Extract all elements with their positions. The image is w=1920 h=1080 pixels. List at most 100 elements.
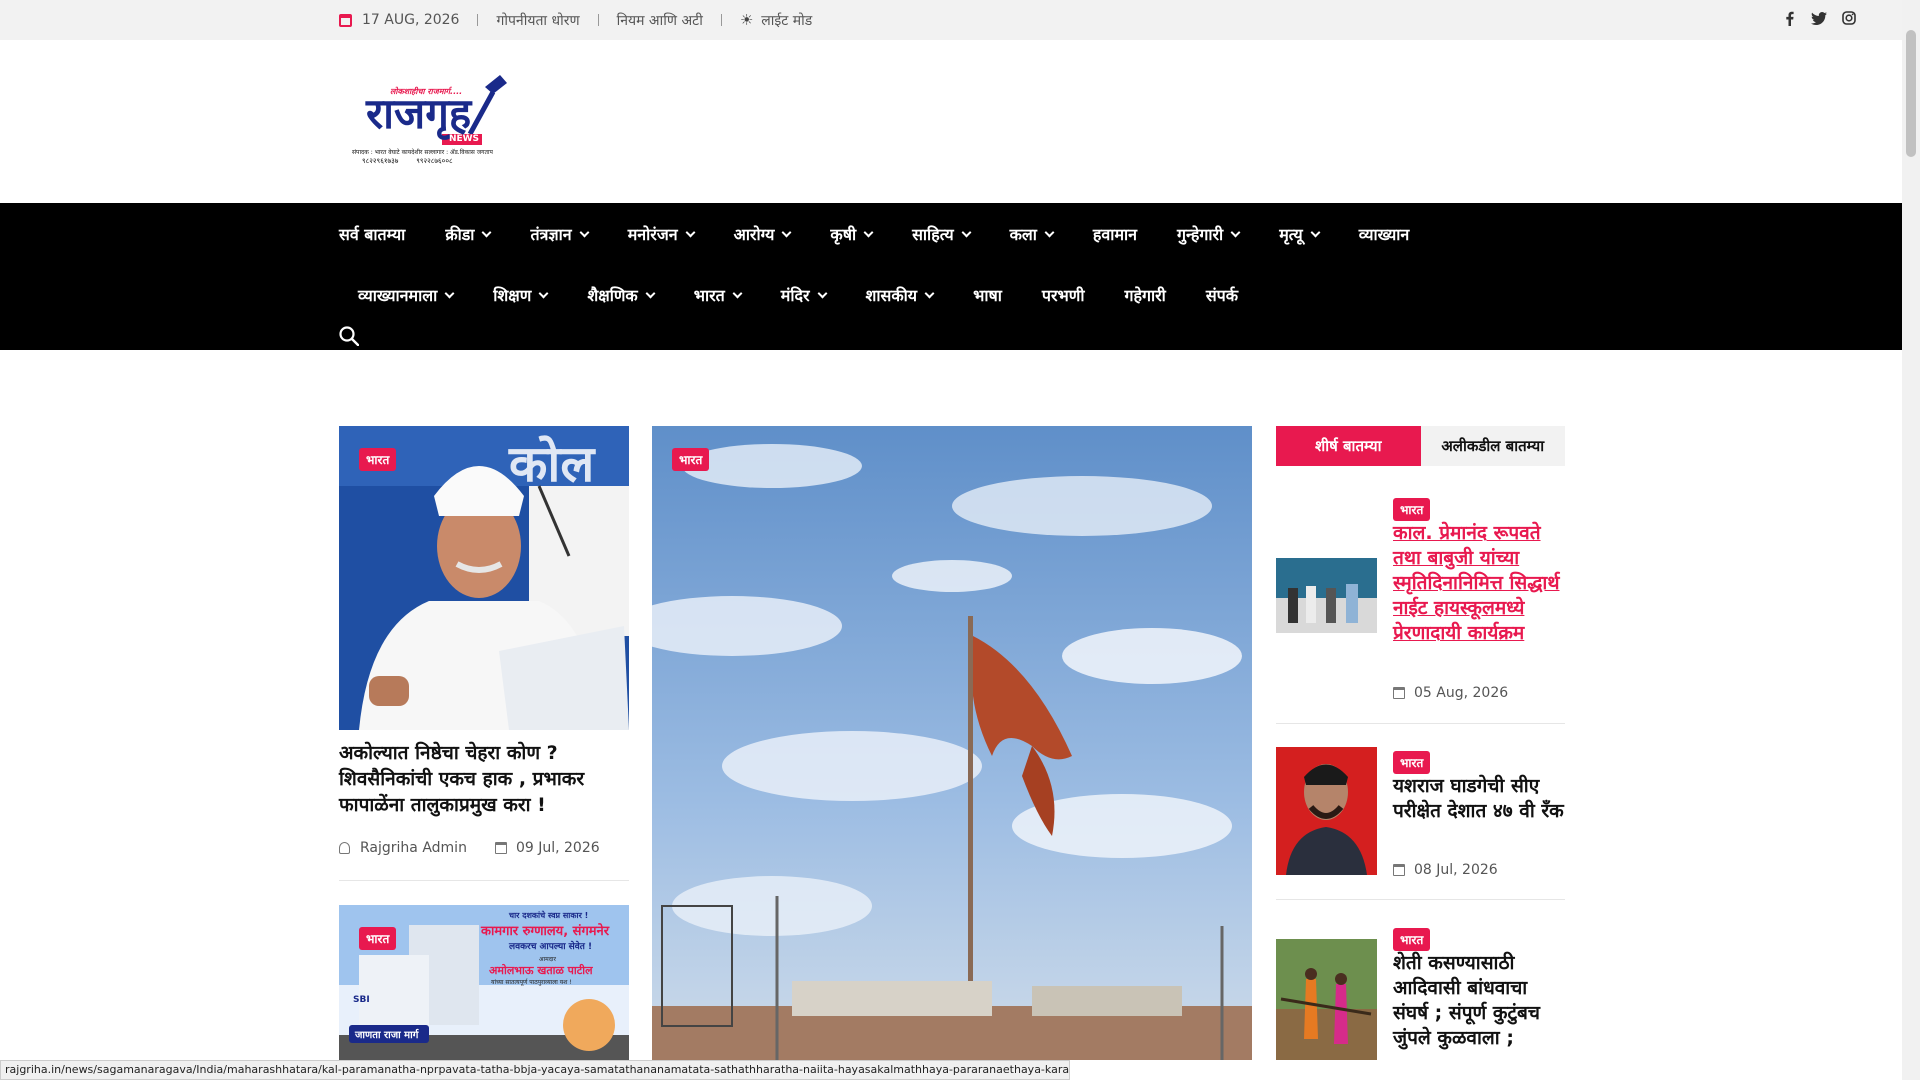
nav-item[interactable]: आरोग्य [734, 223, 792, 245]
sidebar-item-meta: 05 Aug, 2026 [1393, 685, 1508, 701]
ad-line-4: आमदार [539, 956, 556, 963]
chevron-down-icon [482, 227, 492, 237]
nav-item-label: क्रीडा [445, 225, 475, 244]
sidebar-item-image[interactable] [1276, 558, 1377, 633]
category-badge[interactable]: भारत [1393, 751, 1431, 774]
chevron-down-icon [444, 288, 455, 298]
category-badge[interactable]: भारत [1393, 498, 1431, 521]
ad-line-5: अमोलभाऊ खताळ पाटील [489, 964, 593, 977]
category-badge[interactable]: भारत [359, 927, 397, 950]
privacy-policy-link[interactable]: गोपनीयता धोरण [496, 11, 579, 30]
article-author[interactable]: Rajgriha Admin [360, 840, 467, 856]
chevron-down-icon [1230, 227, 1241, 237]
separator [477, 14, 479, 26]
ad-line-6: यांच्या सातत्यपूर्ण पाठपुराव्याला यश ! [491, 979, 572, 986]
divider [339, 880, 629, 881]
search-icon[interactable] [339, 326, 359, 346]
nav-item[interactable]: गहेगारी [1124, 284, 1165, 306]
chevron-down-icon [817, 288, 827, 298]
ad-line-3: लवकरच आपल्या सेवेत ! [509, 942, 593, 952]
nav-item[interactable]: संपर्क [1206, 284, 1238, 306]
sidebar-item-title[interactable]: काल. प्रेमानंद रूपवते तथा बाबुजी यांच्या… [1393, 521, 1568, 646]
instagram-icon[interactable] [1841, 11, 1857, 29]
top-bar: 17 AUG, 2026 गोपनीयता धोरण नियम आणि अटी … [0, 0, 1902, 40]
center-article-image[interactable] [652, 426, 1252, 1060]
tab-recent-news[interactable]: अलीकडील बातम्या [1420, 426, 1565, 466]
nav-item[interactable]: तंत्रज्ञान [530, 223, 590, 245]
ad-caption: जाणता राजा मार्ग [355, 1030, 419, 1041]
nav-item[interactable]: शासकीय [865, 284, 935, 306]
chevron-down-icon [863, 227, 874, 237]
nav-item-label: व्याख्यान [1358, 225, 1410, 244]
sidebar-item-date: 08 Jul, 2026 [1414, 862, 1498, 878]
current-date: 17 AUG, 2026 [339, 12, 459, 28]
page-scrollbar[interactable] [1902, 0, 1920, 1080]
nav-item[interactable]: कृषी [830, 223, 874, 245]
nav-item-label: शासकीय [865, 286, 918, 305]
calendar-icon [339, 13, 352, 27]
sidebar-item-image[interactable] [1276, 747, 1377, 875]
theme-toggle[interactable]: ☀ लाईट मोड [740, 11, 812, 30]
nav-item[interactable]: सर्व बातम्या [339, 223, 405, 245]
scrollbar-thumb[interactable] [1906, 30, 1916, 157]
ad-line-1: चार दशकांचे स्वप्न साकार ! [509, 911, 589, 920]
nav-item[interactable]: हवामान [1093, 223, 1137, 245]
left-article-title[interactable]: अकोल्यात निष्ठेचा चेहरा कोण ? शिवसैनिकां… [339, 740, 629, 818]
chevron-down-icon [645, 288, 656, 298]
nav-item-label: व्याख्यानमाला [358, 286, 438, 305]
site-logo[interactable]: लोकशाहीचा राजमार्ग.... राजगृह NEWS संपाद… [350, 72, 535, 168]
nav-item[interactable]: शैक्षणिक [587, 284, 656, 306]
left-article-image[interactable]: कोल [339, 426, 629, 730]
separator [597, 14, 599, 26]
sidebar-item-title[interactable]: शेती कसण्यासाठी आदिवासी बांधवाचा संघर्ष … [1393, 951, 1568, 1051]
category-badge[interactable]: भारत [672, 448, 710, 471]
sidebar-item-meta: 08 Jul, 2026 [1393, 862, 1498, 878]
left-article-meta: Rajgriha Admin 09 Jul, 2026 [339, 840, 600, 856]
nav-item-label: साहित्य [912, 225, 954, 244]
main-nav: सर्व बातम्या क्रीडा तंत्रज्ञान मनोरंजन आरोग्… [0, 203, 1902, 350]
calendar-icon [494, 842, 507, 854]
nav-item[interactable]: गुन्हेगारी [1177, 223, 1241, 245]
tab-top-news[interactable]: शीर्ष बातम्या [1276, 426, 1421, 466]
nav-item-label: मंदिर [780, 286, 810, 305]
ad-bank: SBI [353, 995, 370, 1005]
calendar-icon [1393, 864, 1405, 876]
facebook-icon[interactable] [1781, 11, 1797, 30]
logo-sub: NEWS [448, 134, 480, 144]
nav-item-label: शिक्षण [493, 286, 532, 305]
nav-item[interactable]: साहित्य [912, 223, 972, 245]
nav-item-label: परभणी [1041, 286, 1085, 305]
category-badge[interactable]: भारत [1393, 928, 1431, 951]
sun-icon: ☀ [739, 11, 754, 29]
chevron-down-icon [1044, 227, 1055, 237]
nav-item[interactable]: मंदिर [780, 284, 827, 306]
sidebar-item-date: 05 Aug, 2026 [1414, 685, 1509, 701]
sidebar-tabs: शीर्ष बातम्या अलीकडील बातम्या [1276, 426, 1565, 466]
chevron-down-icon [579, 227, 590, 237]
chevron-down-icon [1310, 227, 1321, 237]
nav-item-label: भारत [693, 286, 725, 305]
nav-item[interactable]: शिक्षण [493, 284, 549, 306]
nav-item[interactable]: भारत [693, 284, 743, 306]
category-badge[interactable]: भारत [359, 448, 397, 471]
theme-toggle-label: लाईट मोड [761, 12, 813, 29]
nav-item[interactable]: व्याख्यानमाला [358, 284, 455, 306]
twitter-icon[interactable] [1811, 11, 1827, 29]
nav-item-label: कला [1009, 225, 1037, 244]
divider [1276, 899, 1565, 900]
nav-item[interactable]: मनोरंजन [627, 223, 696, 245]
terms-link[interactable]: नियम आणि अटी [617, 11, 703, 30]
social-links [1781, 0, 1857, 40]
nav-item[interactable]: कला [1009, 223, 1055, 245]
nav-item[interactable]: भाषा [973, 284, 1002, 306]
sidebar-item-image[interactable] [1276, 939, 1377, 1060]
ad-line-2: कामगार रुग्णालय, संगमनेर [481, 924, 610, 939]
nav-item[interactable]: व्याख्यान [1359, 223, 1410, 245]
nav-item[interactable]: क्रीडा [445, 223, 492, 245]
nav-item-label: मनोरंजन [627, 225, 678, 244]
sidebar-item-title[interactable]: यशराज घाडगेची सीए परीक्षेत देशात ४७ वी र… [1393, 774, 1568, 824]
nav-item[interactable]: परभणी [1042, 284, 1085, 306]
chevron-down-icon [961, 227, 972, 237]
nav-item[interactable]: मृत्यू [1279, 223, 1321, 245]
separator [720, 14, 722, 26]
